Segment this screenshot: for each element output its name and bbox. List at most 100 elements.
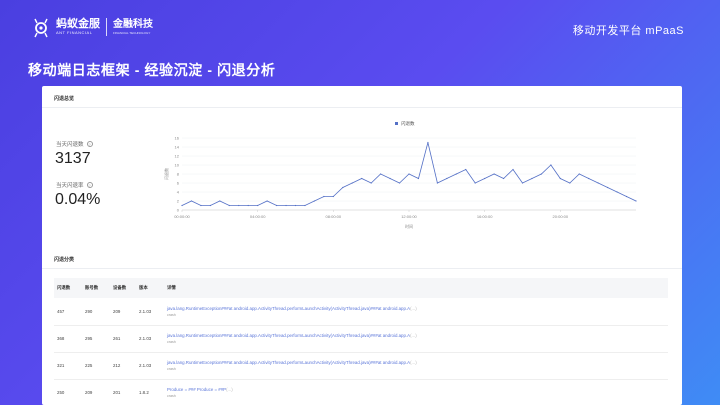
data-point — [190, 200, 193, 202]
cell-crash-count: 368 — [54, 325, 82, 353]
brand-name-cn: 蚂蚁金服 — [56, 18, 100, 30]
cell-device-count: 201 — [110, 379, 136, 405]
data-point — [531, 177, 533, 180]
data-point — [313, 200, 316, 202]
data-point — [521, 182, 524, 184]
col-version[interactable]: 版本 — [136, 278, 164, 298]
data-point — [446, 177, 448, 180]
y-tick-label: 12 — [175, 154, 180, 159]
detail-expand[interactable]: (...) — [410, 360, 417, 365]
data-point — [578, 173, 580, 175]
crash-analysis-card: 闪退总览 当天闪退数 ? 3137 当天闪退率 ? 0.04% 闪退数 0 2 4 6 8… — [42, 86, 682, 405]
data-point — [228, 204, 230, 207]
cell-detail: java.lang.RuntimeException###at android.… — [164, 298, 668, 326]
y-axis-label: 闪退数 — [163, 168, 169, 180]
data-point — [455, 173, 457, 175]
cell-account-count: 295 — [82, 325, 110, 353]
classification-section-title: 闪退分类 — [54, 257, 75, 263]
detail-link[interactable]: java.lang.RuntimeException###at android.… — [167, 333, 410, 338]
cell-version: 2.1.03 — [136, 352, 164, 380]
detail-expand[interactable]: (...) — [226, 387, 233, 392]
data-point — [512, 168, 514, 171]
table-row[interactable]: 457 290 209 2.1.03 java.lang.RuntimeExce… — [54, 298, 668, 326]
cell-detail: Produce = ### Produce = ##P(...) crash — [164, 379, 668, 405]
x-tick-label: 04:00:00 — [250, 214, 266, 219]
detail-expand[interactable]: (...) — [410, 306, 417, 311]
detail-type: crash — [167, 312, 176, 317]
y-tick-label: 10 — [175, 163, 180, 168]
data-point — [247, 204, 249, 207]
data-point — [569, 182, 571, 184]
brand-logo: 蚂蚁金服 ANT FINANCIAL 金融科技 FINANCIAL TECHNO… — [30, 16, 153, 38]
data-point — [635, 200, 637, 202]
platform-label: 移动开发平台 mPaaS — [572, 25, 684, 37]
data-point — [238, 204, 240, 207]
overview-section-title: 闪退总览 — [54, 96, 75, 102]
data-point — [181, 204, 183, 207]
table-row[interactable]: 250 209 201 1.8.2 Produce = ### Produce … — [54, 379, 668, 405]
table-row[interactable]: 368 295 261 2.1.03 java.lang.RuntimeExce… — [54, 325, 668, 353]
data-point — [474, 182, 476, 184]
crash-count-chart: 闪退数 0 2 4 6 8 10 12 14 16 闪退数 00:00:00 04:00:00 08:00… — [163, 120, 637, 229]
data-point — [417, 177, 420, 180]
fintech-name-en: FINANCIAL TECHNOLOGY — [113, 30, 151, 35]
cell-version: 2.1.03 — [136, 325, 164, 353]
x-tick-label: 20:00:00 — [553, 214, 569, 219]
detail-type: crash — [167, 367, 176, 371]
table-row[interactable]: 321 225 212 2.1.03 java.lang.RuntimeExce… — [54, 352, 668, 380]
data-point — [257, 204, 259, 207]
cell-account-count: 225 — [82, 352, 110, 380]
data-point — [351, 182, 353, 184]
overview-divider — [42, 107, 682, 108]
data-point — [219, 200, 221, 202]
data-point — [588, 177, 590, 180]
col-detail: 详情 — [164, 278, 668, 298]
detail-link[interactable]: java.lang.RuntimeException###at android.… — [167, 306, 410, 311]
x-tick-label: 00:00:00 — [174, 214, 190, 219]
help-icon[interactable]: ? — [86, 182, 93, 188]
y-tick-label: 4 — [177, 190, 180, 195]
crash-table: 闪退数 账号数 设备数 版本 详情 457 290 209 2.1.03 jav… — [54, 278, 668, 405]
data-point — [559, 177, 561, 180]
col-account-count[interactable]: 账号数 — [82, 278, 110, 298]
cell-version: 2.1.03 — [136, 298, 164, 326]
x-tick-label: 08:00:00 — [326, 214, 342, 219]
data-point — [275, 204, 278, 207]
help-icon[interactable]: ? — [86, 141, 93, 147]
detail-link[interactable]: Produce = ### Produce = ##P — [167, 387, 226, 392]
cell-device-count: 261 — [110, 325, 136, 353]
col-device-count[interactable]: 设备数 — [110, 278, 136, 298]
data-point — [380, 173, 382, 175]
data-point — [616, 191, 618, 193]
cell-version: 1.8.2 — [136, 379, 164, 405]
today-rate-label: 当天闪退率 ? — [56, 182, 93, 189]
top-bar: 蚂蚁金服 ANT FINANCIAL 金融科技 FINANCIAL TECHNO… — [0, 0, 720, 52]
data-point — [502, 177, 505, 180]
data-point — [209, 204, 211, 207]
data-point — [408, 173, 410, 175]
x-axis-label: 时间 — [405, 223, 413, 229]
x-tick-label: 16:00:00 — [477, 214, 493, 219]
classification-divider — [42, 268, 682, 269]
y-tick-label: 2 — [177, 199, 180, 204]
data-point — [427, 141, 429, 144]
slide-title: 移动端日志框架 - 经验沉淀 - 闪退分析 — [28, 62, 276, 78]
detail-type: crash — [167, 394, 176, 398]
detail-expand[interactable]: (...) — [410, 333, 417, 338]
data-point — [597, 182, 599, 184]
cell-crash-count: 250 — [54, 379, 82, 405]
legend-swatch — [395, 122, 398, 125]
y-tick-label: 6 — [177, 181, 180, 186]
data-point — [389, 177, 391, 180]
y-tick-label: 0 — [177, 208, 180, 213]
data-point — [493, 173, 495, 175]
detail-link[interactable]: java.lang.RuntimeException###at android.… — [167, 360, 410, 365]
data-point — [304, 204, 306, 207]
data-point — [332, 195, 334, 198]
cell-crash-count: 321 — [54, 352, 82, 380]
table-header-row: 闪退数 账号数 设备数 版本 详情 — [54, 278, 668, 298]
col-crash-count[interactable]: 闪退数 — [54, 278, 82, 298]
cell-crash-count: 457 — [54, 298, 82, 326]
cell-device-count: 212 — [110, 352, 136, 380]
today-crash-label: 当天闪退数 ? — [56, 141, 93, 148]
